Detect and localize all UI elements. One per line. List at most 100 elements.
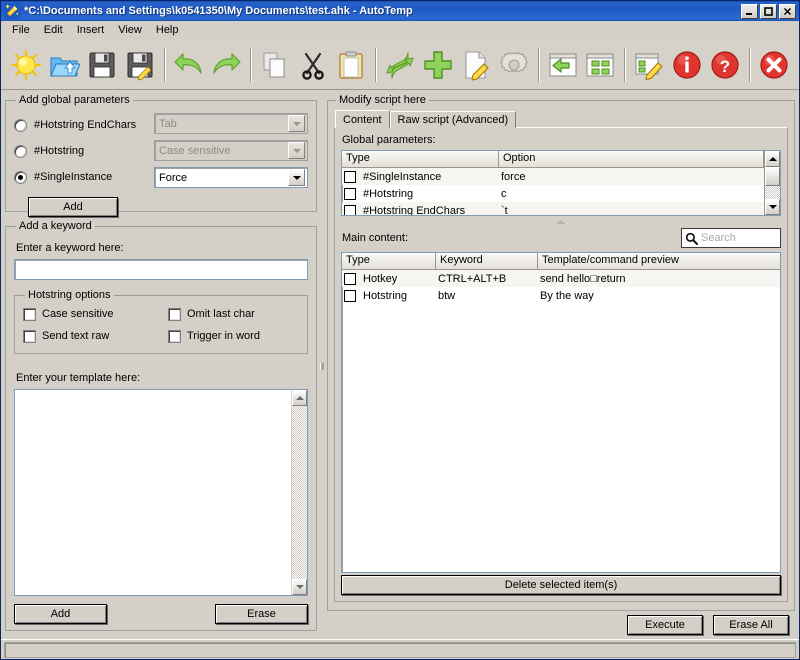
cell-option: c xyxy=(501,187,507,200)
checkbox-trigger-in-word[interactable]: Trigger in word xyxy=(168,325,299,347)
cut-button[interactable] xyxy=(294,43,332,87)
green-plus-icon xyxy=(424,50,452,79)
add-global-parameters-group: Add global parameters #Hotstring EndChar… xyxy=(5,94,317,217)
row-checkbox[interactable] xyxy=(344,289,356,302)
table-row[interactable]: #SingleInstance force xyxy=(342,168,764,185)
tab-raw-script[interactable]: Raw script (Advanced) xyxy=(389,111,517,128)
template-textarea[interactable] xyxy=(15,390,291,595)
scroll-up-button[interactable] xyxy=(292,390,307,406)
window-title: *C:\Documents and Settings\k0541350\My D… xyxy=(24,5,413,17)
undo-button[interactable] xyxy=(170,43,208,87)
redo-button[interactable] xyxy=(207,43,245,87)
checkbox-label: Trigger in word xyxy=(187,330,260,342)
help-button[interactable]: ? xyxy=(706,43,744,87)
add-global-parameters-legend: Add global parameters xyxy=(19,94,130,106)
maximize-button[interactable] xyxy=(760,3,777,19)
content-tab-panel: Global parameters: Type Option #SingleIn… xyxy=(334,127,788,602)
row-checkbox[interactable] xyxy=(344,170,356,183)
paste-button[interactable] xyxy=(332,43,370,87)
delete-selected-items-button[interactable]: Delete selected item(s) xyxy=(341,575,781,595)
menu-item-edit[interactable]: Edit xyxy=(37,22,70,38)
scroll-down-button[interactable] xyxy=(765,199,780,215)
tab-content[interactable]: Content xyxy=(335,110,390,128)
horizontal-splitter[interactable] xyxy=(341,216,781,228)
combo-singleinstance[interactable]: Force xyxy=(154,167,308,188)
checkbox-send-text-raw[interactable]: Send text raw xyxy=(23,325,168,347)
keyword-input[interactable] xyxy=(14,259,308,280)
back-button[interactable] xyxy=(544,43,582,87)
main-content-list[interactable]: Type Keyword Template/command preview Ho… xyxy=(341,252,781,573)
checkbox-omit-last-char[interactable]: Omit last char xyxy=(168,303,299,325)
grid-view-button[interactable] xyxy=(582,43,620,87)
column-header-preview[interactable]: Template/command preview xyxy=(538,253,780,270)
row-checkbox[interactable] xyxy=(344,187,356,200)
global-parameters-scrollbar[interactable] xyxy=(764,151,780,215)
add-keyword-button[interactable]: Add xyxy=(14,604,107,624)
erase-all-button[interactable]: Erase All xyxy=(713,615,789,635)
table-row[interactable]: Hotkey CTRL+ALT+B send hello□return xyxy=(342,270,780,287)
row-checkbox[interactable] xyxy=(344,204,356,215)
table-row[interactable]: Hotstring btw By the way xyxy=(342,287,780,304)
menu-item-insert[interactable]: Insert xyxy=(70,22,112,38)
exit-button[interactable] xyxy=(755,43,793,87)
modify-script-legend: Modify script here xyxy=(339,94,426,106)
minimize-button[interactable] xyxy=(741,3,758,19)
radio-hotstring[interactable]: #Hotstring xyxy=(14,138,154,164)
window-controls xyxy=(741,3,796,19)
global-parameters-list[interactable]: Type Option #SingleInstance force #Hotst… xyxy=(341,150,781,216)
cell-keyword: CTRL+ALT+B xyxy=(438,272,507,285)
column-header-type[interactable]: Type xyxy=(342,253,436,270)
add-button[interactable] xyxy=(419,43,457,87)
scroll-down-button[interactable] xyxy=(292,579,307,595)
info-button[interactable] xyxy=(668,43,706,87)
checkbox-case-sensitive[interactable]: Case sensitive xyxy=(23,303,168,325)
right-pane: Modify script here Content Raw script (A… xyxy=(327,94,795,639)
checkbox-icon xyxy=(23,329,36,343)
hotstring-options-group: Hotstring options Case sensitive Send te… xyxy=(14,289,308,354)
chevron-down-icon[interactable] xyxy=(288,142,305,159)
row-checkbox[interactable] xyxy=(344,272,356,285)
global-parameters-header: Type Option xyxy=(342,151,764,168)
search-box[interactable]: Search xyxy=(681,228,781,248)
menu-item-file[interactable]: File xyxy=(5,22,37,38)
open-script-button[interactable] xyxy=(45,43,83,87)
radio-hotstring-endchars[interactable]: #Hotstring EndChars xyxy=(14,112,154,138)
scroll-up-button[interactable] xyxy=(765,151,780,167)
status-bar xyxy=(1,639,799,659)
radio-singleinstance[interactable]: #SingleInstance xyxy=(14,164,154,190)
settings-button[interactable] xyxy=(495,43,533,87)
copy-button[interactable] xyxy=(256,43,294,87)
save-as-button[interactable] xyxy=(121,43,159,87)
splitter-grip[interactable] xyxy=(320,363,324,370)
scrollbar-track[interactable] xyxy=(292,406,307,579)
scrollbar-thumb[interactable] xyxy=(765,167,780,186)
column-header-keyword[interactable]: Keyword xyxy=(436,253,538,270)
column-header-option[interactable]: Option xyxy=(499,151,764,168)
edit-script-button[interactable] xyxy=(630,43,668,87)
column-header-type[interactable]: Type xyxy=(342,151,499,168)
new-script-button[interactable] xyxy=(7,43,45,87)
save-button[interactable] xyxy=(83,43,121,87)
chevron-down-icon[interactable] xyxy=(288,115,305,132)
chevron-down-icon[interactable] xyxy=(288,169,305,186)
template-scrollbar[interactable] xyxy=(291,390,307,595)
cell-type: #SingleInstance xyxy=(363,170,442,183)
table-row[interactable]: #Hotstring c xyxy=(342,185,764,202)
menu-item-view[interactable]: View xyxy=(111,22,149,38)
add-global-parameter-button[interactable]: Add xyxy=(28,197,118,217)
edit-button[interactable] xyxy=(457,43,495,87)
table-row[interactable]: #Hotstring EndChars `t xyxy=(342,202,764,215)
scrollbar-track[interactable] xyxy=(765,186,780,199)
redo-arrow-icon xyxy=(213,52,242,74)
refresh-button[interactable] xyxy=(381,43,419,87)
pane-splitter[interactable] xyxy=(317,94,327,639)
execute-button[interactable]: Execute xyxy=(627,615,703,635)
erase-keyword-button[interactable]: Erase xyxy=(215,604,308,624)
combo-hotstring-endchars[interactable]: Tab xyxy=(154,113,308,134)
menu-item-help[interactable]: Help xyxy=(149,22,186,38)
radio-label: #Hotstring EndChars xyxy=(34,119,137,131)
close-button[interactable] xyxy=(779,3,796,19)
combo-hotstring[interactable]: Case sensitive xyxy=(154,140,308,161)
menu-bar: File Edit Insert View Help xyxy=(1,21,799,40)
radio-button-icon xyxy=(14,144,27,158)
